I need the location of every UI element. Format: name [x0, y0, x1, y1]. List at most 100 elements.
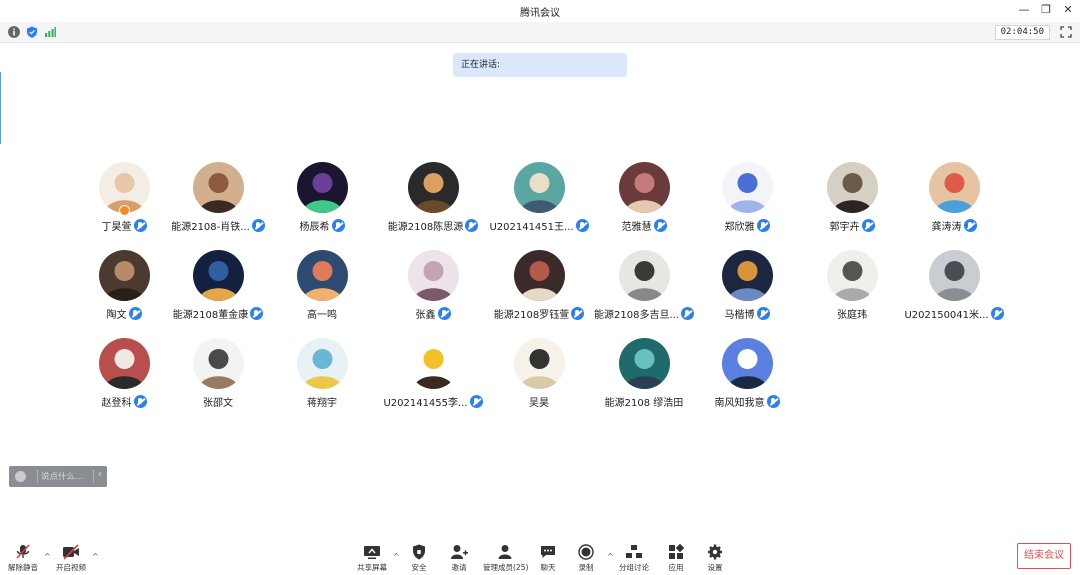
participant-tile[interactable]: 郭宇卉 [797, 162, 907, 242]
record-options-chevron-icon[interactable]: ^ [607, 552, 614, 561]
participant-name: U202141455李... [383, 398, 468, 409]
participant-tile[interactable]: 能源2108董金康 [163, 250, 273, 330]
avatar [297, 338, 348, 389]
microphone-muted-icon [465, 219, 479, 232]
participant-tile[interactable]: 杨辰希 [267, 162, 377, 242]
shield-icon[interactable] [26, 26, 38, 38]
microphone-muted-icon [861, 219, 875, 232]
participant-tile[interactable]: 张庭玮 [797, 250, 907, 330]
participant-tile[interactable]: 能源2108陈思源 [378, 162, 488, 242]
restore-icon[interactable]: ❐ [1040, 3, 1052, 17]
audio-options-chevron-icon[interactable]: ^ [44, 552, 51, 561]
participant-label: 龚涛涛 [899, 218, 1009, 233]
participant-tile[interactable]: 龚涛涛 [899, 162, 1009, 242]
security-button[interactable]: 安全 [399, 544, 439, 574]
avatar [619, 338, 670, 389]
microphone-muted-icon [133, 219, 147, 232]
apps-button[interactable]: 应用 [656, 544, 696, 574]
participant-label: 能源2108陈思源 [378, 218, 488, 233]
avatar [408, 162, 459, 213]
participant-tile[interactable]: 范雅慧 [589, 162, 699, 242]
bottom-toolbar: 解除静音 ^ 开启视频 ^ 共享屏幕 ^ 安全 邀请 管理成员(25) 聊天 录… [0, 538, 1080, 575]
participant-tile[interactable]: 高一鸣 [267, 250, 377, 330]
participant-name: 马楷博 [724, 310, 755, 321]
participant-label: 杨辰希 [267, 218, 377, 233]
settings-button[interactable]: 设置 [695, 544, 735, 574]
manage-members-button[interactable]: 管理成员(25) [483, 544, 528, 574]
meeting-info-bar: 02:04:50 [0, 22, 1080, 43]
start-video-button[interactable]: 开启视频 [51, 544, 91, 574]
record-button[interactable]: 录制 [566, 544, 606, 574]
apps-label: 应用 [668, 563, 684, 572]
participant-label: 能源2108多吉旦... [589, 306, 699, 321]
avatar [297, 250, 348, 301]
emoji-icon[interactable] [15, 471, 26, 482]
participant-name: 张鑫 [415, 310, 436, 321]
close-icon[interactable]: ✕ [1062, 3, 1074, 17]
participant-label: 张邵文 [163, 394, 273, 409]
participant-tile[interactable]: 能源2108罗钰萱 [484, 250, 594, 330]
participant-tile[interactable]: 马楷博 [692, 250, 802, 330]
fullscreen-icon[interactable] [1060, 26, 1072, 38]
avatar [193, 250, 244, 301]
participant-label: U202141451王... [484, 218, 594, 233]
participant-tile[interactable]: 郑欣雅 [692, 162, 802, 242]
participant-tile[interactable]: 张鑫 [378, 250, 488, 330]
participant-name: U202141451王... [489, 222, 574, 233]
unmute-button[interactable]: 解除静音 [3, 544, 43, 574]
invite-button[interactable]: 邀请 [439, 544, 479, 574]
avatar [514, 250, 565, 301]
participant-label: U202150041米... [899, 306, 1009, 321]
share-screen-label: 共享屏幕 [357, 563, 387, 572]
participant-tile[interactable]: U202141451王... [484, 162, 594, 242]
participant-label: 张鑫 [378, 306, 488, 321]
video-options-chevron-icon[interactable]: ^ [92, 552, 99, 561]
chat-button[interactable]: 聊天 [528, 544, 568, 574]
signal-icon[interactable] [44, 26, 56, 38]
participant-tile[interactable]: 能源2108 缪浩田 [589, 338, 699, 418]
participant-tile[interactable]: U202141455李... [378, 338, 488, 418]
participant-tile[interactable]: 张邵文 [163, 338, 273, 418]
microphone-muted-icon [128, 307, 142, 320]
breakout-rooms-label: 分组讨论 [619, 563, 649, 572]
microphone-muted-icon [16, 544, 30, 559]
breakout-rooms-button[interactable]: 分组讨论 [614, 544, 654, 574]
microphone-muted-icon [469, 395, 483, 408]
participant-name: 吴昊 [529, 398, 549, 409]
chat-input-bar[interactable]: 说点什么... ‹ [9, 466, 107, 487]
meeting-timer: 02:04:50 [994, 25, 1050, 40]
collapse-chat-icon[interactable]: ‹ [98, 469, 102, 480]
participant-name: 赵登科 [101, 398, 132, 409]
participant-name: 郑欣雅 [724, 222, 755, 233]
participant-label: 南风知我意 [692, 394, 802, 409]
avatar [929, 250, 980, 301]
microphone-muted-icon [766, 395, 780, 408]
avatar [408, 250, 459, 301]
participant-tile[interactable]: U202150041米... [899, 250, 1009, 330]
participant-tile[interactable]: 能源2108多吉旦... [589, 250, 699, 330]
avatar [193, 338, 244, 389]
end-meeting-button[interactable]: 结束会议 [1017, 543, 1071, 569]
speaking-indicator: 正在讲话: [453, 53, 627, 77]
participant-name: 能源2108罗钰萱 [493, 310, 570, 321]
participant-tile[interactable]: 南风知我意 [692, 338, 802, 418]
share-screen-button[interactable]: 共享屏幕 [352, 544, 392, 574]
participant-label: U202141455李... [378, 394, 488, 409]
avatar [929, 162, 980, 213]
minimize-icon[interactable]: — [1018, 3, 1030, 17]
participant-tile[interactable]: 吴昊 [484, 338, 594, 418]
participant-label: 郑欣雅 [692, 218, 802, 233]
participant-label: 高一鸣 [267, 306, 377, 321]
avatar [827, 162, 878, 213]
participant-label: 能源2108 缪浩田 [589, 394, 699, 409]
avatar [514, 162, 565, 213]
avatar [408, 338, 459, 389]
participant-name: 能源2108多吉旦... [594, 310, 679, 321]
participant-tile[interactable]: 蒋翔宇 [267, 338, 377, 418]
divider [93, 470, 94, 483]
chat-input[interactable]: 说点什么... [41, 470, 83, 482]
participant-tile[interactable]: 能源2108-肖铁... [163, 162, 273, 242]
participant-name: 能源2108-肖铁... [171, 222, 250, 233]
avatar [514, 338, 565, 389]
info-icon[interactable] [8, 26, 20, 38]
